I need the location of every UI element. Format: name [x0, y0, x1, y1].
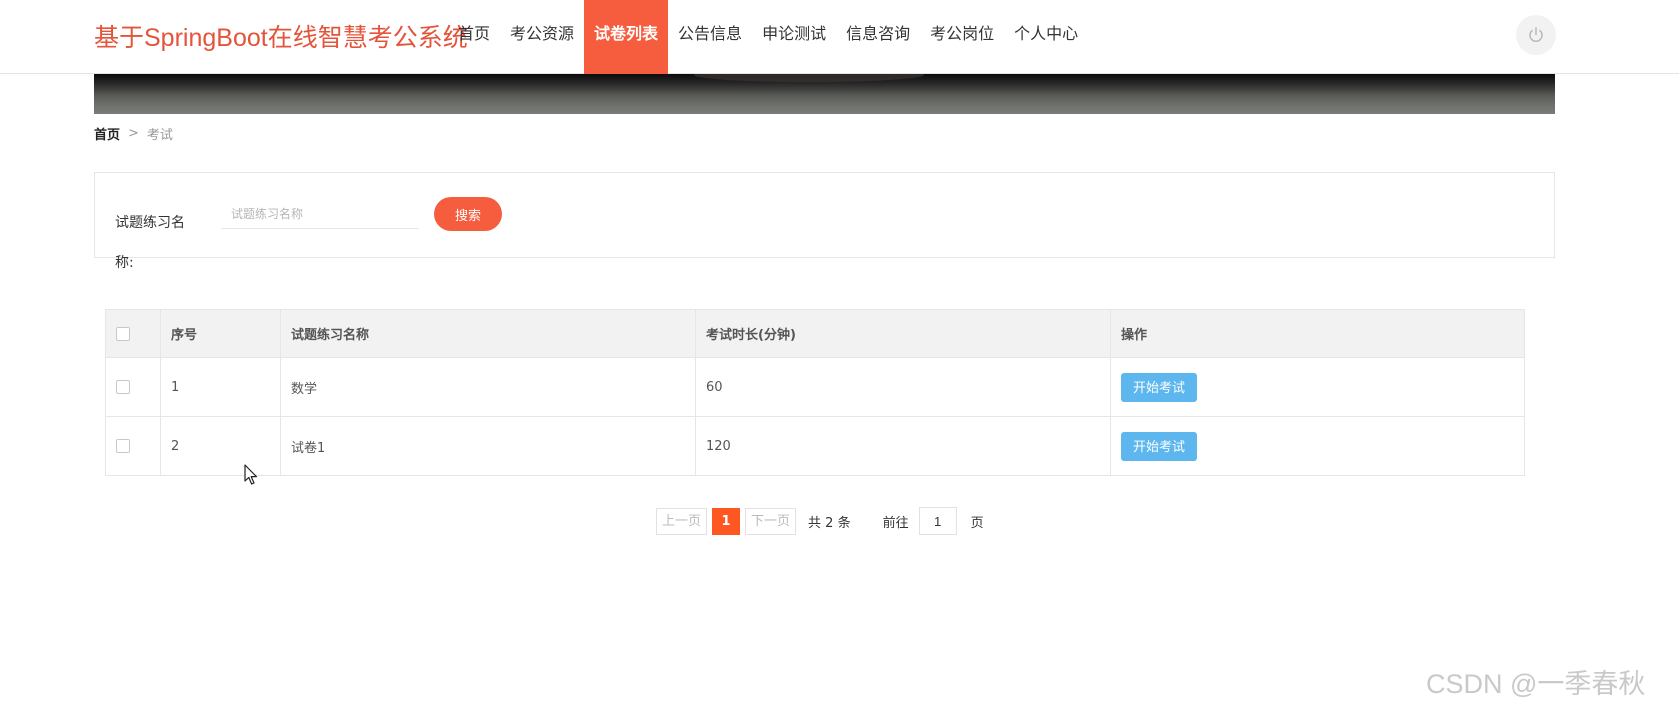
row-duration: 60	[695, 357, 1111, 417]
row-name: 试卷1	[280, 416, 696, 476]
breadcrumb-home[interactable]: 首页	[94, 124, 120, 143]
row-select-cell	[105, 357, 161, 417]
row-no: 2	[160, 416, 281, 476]
page-unit-label: 页	[970, 515, 984, 531]
nav-item-positions[interactable]: 考公岗位	[920, 0, 1004, 74]
column-header-no: 序号	[160, 309, 281, 358]
banner-image	[94, 74, 1555, 114]
select-all-cell	[105, 309, 161, 358]
total-count: 共 2 条	[808, 515, 851, 531]
main-nav: 首页 考公资源 试卷列表 公告信息 申论测试 信息咨询 考公岗位 个人中心	[448, 0, 1088, 74]
breadcrumb: 首页 > 考试	[94, 124, 173, 143]
row-name: 数学	[280, 357, 696, 417]
logout-button[interactable]	[1516, 15, 1556, 55]
column-header-name: 试题练习名称	[280, 309, 696, 358]
row-no: 1	[160, 357, 281, 417]
search-input[interactable]	[221, 199, 419, 229]
prev-page-button[interactable]: 上一页	[656, 507, 708, 535]
power-icon	[1529, 27, 1543, 42]
table-row: 2 试卷1 120 开始考试	[105, 416, 1525, 476]
row-checkbox[interactable]	[116, 439, 130, 453]
breadcrumb-separator: >	[128, 126, 139, 141]
watermark: CSDN @一季春秋	[1426, 669, 1646, 699]
nav-item-essay-test[interactable]: 申论测试	[752, 0, 836, 74]
row-action-cell: 开始考试	[1110, 416, 1525, 476]
goto-label: 前往	[882, 515, 909, 531]
search-label: 试题练习名称:	[115, 215, 185, 271]
start-exam-button[interactable]: 开始考试	[1121, 431, 1198, 461]
site-logo[interactable]: 基于SpringBoot在线智慧考公系统	[94, 18, 468, 54]
nav-item-profile[interactable]: 个人中心	[1004, 0, 1088, 74]
current-page-button[interactable]: 1	[712, 507, 741, 535]
select-all-checkbox[interactable]	[116, 326, 130, 341]
goto-page-input[interactable]	[918, 507, 957, 535]
column-header-duration: 考试时长(分钟)	[695, 309, 1111, 358]
search-button[interactable]: 搜索	[434, 197, 502, 231]
nav-item-resources[interactable]: 考公资源	[500, 0, 584, 74]
row-action-cell: 开始考试	[1110, 357, 1525, 417]
table-row: 1 数学 60 开始考试	[105, 357, 1525, 417]
exam-table: 序号 试题练习名称 考试时长(分钟) 操作 1 数学 60 开始考试 2 试卷1…	[105, 309, 1525, 476]
row-checkbox[interactable]	[116, 380, 130, 394]
start-exam-button[interactable]: 开始考试	[1121, 372, 1198, 402]
nav-item-home[interactable]: 首页	[448, 0, 500, 74]
pagination: 上一页 1 下一页 共 2 条 前往 页	[656, 507, 984, 535]
row-duration: 120	[695, 416, 1111, 476]
next-page-button[interactable]: 下一页	[745, 507, 797, 535]
search-panel: 试题练习名称: 搜索	[94, 172, 1555, 271]
nav-item-announcements[interactable]: 公告信息	[668, 0, 752, 74]
breadcrumb-current: 考试	[146, 128, 173, 143]
nav-item-paper-list[interactable]: 试卷列表	[584, 0, 669, 74]
row-select-cell	[105, 416, 161, 476]
top-header: 基于SpringBoot在线智慧考公系统 首页 考公资源 试卷列表 公告信息 申…	[0, 0, 1679, 74]
column-header-action: 操作	[1110, 309, 1525, 358]
table-header-row: 序号 试题练习名称 考试时长(分钟) 操作	[105, 309, 1525, 358]
nav-item-consult[interactable]: 信息咨询	[836, 0, 920, 74]
mouse-cursor-icon	[244, 464, 257, 485]
